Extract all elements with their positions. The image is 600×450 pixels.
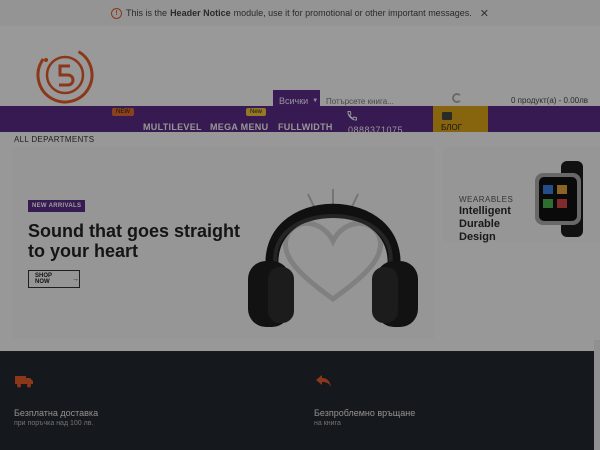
loading-spinner-icon (452, 93, 462, 103)
blog-label: БЛОГ (441, 123, 463, 132)
features-strip: Безплатна доставка при поръчка над 100 л… (0, 351, 594, 450)
feature-subtitle: на книга (314, 420, 341, 427)
new-arrivals-tag: NEW ARRIVALS (28, 200, 86, 212)
chevron-down-icon: ▼ (312, 98, 319, 104)
arrow-right-icon: → (72, 275, 79, 283)
phone-icon (347, 111, 357, 121)
notice-prefix: This is the (126, 8, 168, 18)
logo[interactable] (34, 44, 96, 106)
nav-item-multilevel[interactable]: MULTILEVEL (143, 122, 202, 132)
nav-badge-new-2: New (246, 108, 267, 116)
notice-bold: Header Notice (170, 8, 231, 18)
wearables-card[interactable]: WEARABLES Intelligent Durable Design (443, 147, 600, 243)
site-header: Всички ▼ 0 продукт(а) - 0.00лв (0, 26, 600, 132)
nav-item-blog[interactable]: БЛОГ (433, 106, 488, 132)
notice-suffix: module, use it for promotional or other … (233, 8, 472, 18)
hero-title: Sound that goes straight to your heart (28, 221, 241, 261)
truck-icon (15, 376, 33, 388)
page-edge (594, 340, 600, 450)
phone-number[interactable]: 0888371075 (348, 125, 403, 135)
shop-now-label: SHOP NOW (35, 273, 52, 285)
feature-free-shipping: Безплатна доставка при поръчка над 100 л… (14, 373, 98, 427)
smartwatch-image (535, 161, 583, 237)
return-arrow-icon (316, 375, 331, 387)
main-nav: NEW MULTILEVEL New MEGA MENU FULLWIDTH 0… (0, 106, 600, 135)
cart-summary[interactable]: 0 продукт(а) - 0.00лв (511, 96, 588, 105)
headphones-image (248, 189, 418, 327)
all-departments[interactable]: ALL DEPARTMENTS (14, 135, 94, 144)
wearables-category: WEARABLES (459, 195, 514, 204)
hero-banner[interactable]: NEW ARRIVALS Sound that goes straight to… (12, 147, 434, 339)
nav-item-mega-menu[interactable]: MEGA MENU (210, 122, 268, 132)
feature-title: Безпроблемно връщане (314, 408, 416, 418)
feature-title: Безплатна доставка (14, 408, 99, 418)
blog-icon (442, 112, 452, 120)
feature-easy-returns: Безпроблемно връщане на книга (314, 373, 415, 427)
warning-icon: ! (111, 7, 123, 19)
category-select-label: Всички (279, 96, 309, 106)
shop-now-button[interactable]: SHOP NOW → (28, 270, 80, 288)
close-icon[interactable]: ✕ (480, 7, 489, 20)
header-notice: ! This is the Header Notice module, use … (0, 0, 600, 26)
nav-badge-new: NEW (112, 108, 134, 116)
nav-item-fullwidth[interactable]: FULLWIDTH (278, 122, 333, 132)
feature-subtitle: при поръчка над 100 лв. (14, 420, 94, 427)
